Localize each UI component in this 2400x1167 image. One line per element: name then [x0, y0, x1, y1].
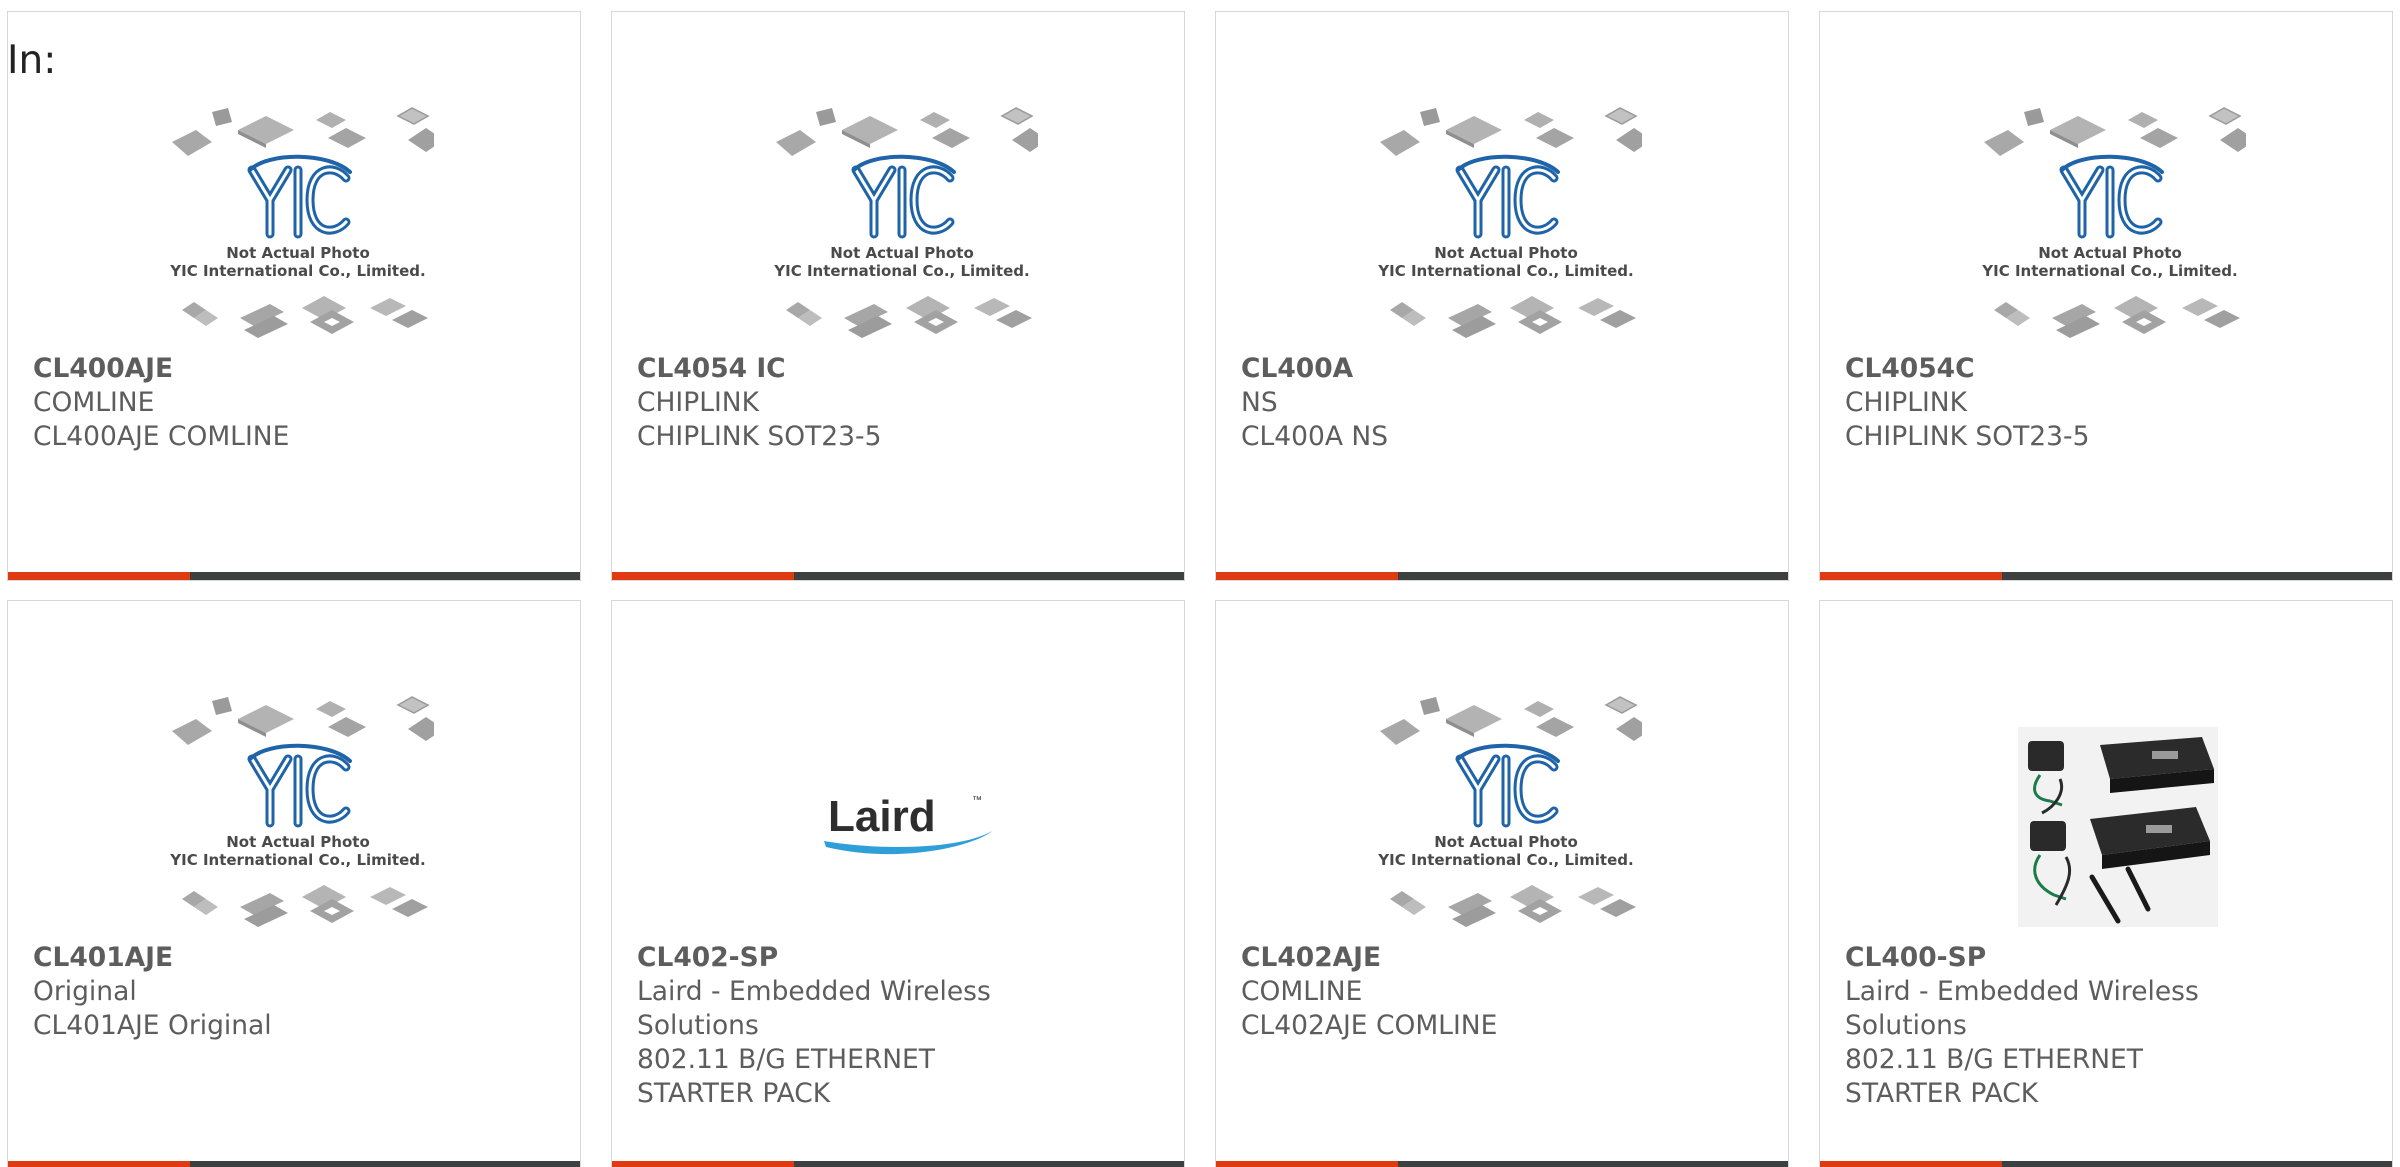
part-number-link[interactable]: CL400AJE: [33, 352, 453, 386]
manufacturer-label: Laird - Embedded Wireless Solutions: [1845, 976, 2199, 1041]
manufacturer-label: Laird - Embedded Wireless Solutions: [637, 976, 991, 1041]
product-image[interactable]: Not Actual Photo YIC International Co., …: [158, 100, 445, 352]
part-number-link[interactable]: CL4054C: [1845, 352, 2265, 386]
product-info: CL4054C CHIPLINK CHIPLINK SOT23-5: [1845, 352, 2265, 454]
yic-logo-icon: [2059, 154, 2164, 239]
placeholder-line1: Not Actual Photo: [226, 833, 370, 851]
manufacturer-label: COMLINE: [33, 387, 155, 418]
card-accent-bar: [8, 572, 190, 580]
placeholder-line1: Not Actual Photo: [1434, 833, 1578, 851]
product-image[interactable]: [1970, 689, 2246, 941]
product-image[interactable]: Not Actual Photo YIC International Co., …: [762, 100, 1049, 352]
product-card[interactable]: Not Actual Photo YIC International Co., …: [1215, 600, 1789, 1167]
placeholder-image: Not Actual Photo YIC International Co., …: [1377, 107, 1653, 338]
part-number-link[interactable]: CL400-SP: [1845, 941, 2265, 975]
card-bottom-bar: [612, 572, 1184, 580]
card-accent-bar: [1820, 1161, 2002, 1167]
product-photo: [2018, 727, 2218, 927]
page-heading: In:: [7, 38, 57, 83]
part-number-link[interactable]: CL402AJE: [1241, 941, 1661, 975]
product-image[interactable]: Not Actual Photo YIC International Co., …: [158, 689, 445, 941]
product-info: CL4054 IC CHIPLINK CHIPLINK SOT23-5: [637, 352, 1057, 454]
card-accent-bar: [1216, 1161, 1398, 1167]
placeholder-line2: YIC International Co., Limited.: [1981, 262, 2237, 280]
laird-logo-icon: Laird ™: [824, 792, 992, 855]
product-card[interactable]: Not Actual Photo YIC International Co., …: [611, 11, 1185, 581]
product-card[interactable]: Laird ™ CL402-SP Laird - Embedded Wirele…: [611, 600, 1185, 1167]
description-label: CL400A NS: [1241, 421, 1389, 452]
card-accent-bar: [612, 572, 794, 580]
svg-text:Laird: Laird: [828, 792, 936, 841]
card-bottom-bar: [612, 1161, 1184, 1167]
product-card[interactable]: CL400-SP Laird - Embedded Wireless Solut…: [1819, 600, 2393, 1167]
placeholder-image: Not Actual Photo YIC International Co., …: [169, 107, 445, 338]
placeholder-line1: Not Actual Photo: [226, 244, 370, 262]
card-accent-bar: [1216, 572, 1398, 580]
manufacturer-label: COMLINE: [1241, 976, 1363, 1007]
yic-logo-icon: [851, 154, 956, 239]
product-info: CL400-SP Laird - Embedded Wireless Solut…: [1845, 941, 2265, 1111]
yic-logo-icon: [1455, 154, 1560, 239]
product-card[interactable]: Not Actual Photo YIC International Co., …: [1819, 11, 2393, 581]
description-label: CL400AJE COMLINE: [33, 421, 290, 452]
product-image[interactable]: Laird ™: [762, 689, 1038, 941]
svg-text:™: ™: [972, 795, 982, 806]
product-card[interactable]: Not Actual Photo YIC International Co., …: [7, 600, 581, 1167]
placeholder-line1: Not Actual Photo: [1434, 244, 1578, 262]
card-bottom-bar: [8, 1161, 580, 1167]
product-image[interactable]: Not Actual Photo YIC International Co., …: [1366, 100, 1653, 352]
description-label: CL402AJE COMLINE: [1241, 1010, 1498, 1041]
placeholder-line2: YIC International Co., Limited.: [169, 851, 425, 869]
product-image[interactable]: Not Actual Photo YIC International Co., …: [1366, 689, 1653, 941]
placeholder-line2: YIC International Co., Limited.: [1377, 262, 1633, 280]
card-bottom-bar: [1216, 1161, 1788, 1167]
card-bottom-bar: [1820, 1161, 2392, 1167]
placeholder-line1: Not Actual Photo: [830, 244, 974, 262]
placeholder-image: Not Actual Photo YIC International Co., …: [1377, 696, 1653, 927]
yic-logo-icon: [247, 743, 352, 828]
card-accent-bar: [8, 1161, 190, 1167]
product-image[interactable]: Not Actual Photo YIC International Co., …: [1970, 100, 2257, 352]
description-label: 802.11 B/G ETHERNET STARTER PACK: [637, 1044, 935, 1109]
description-label: CL401AJE Original: [33, 1010, 272, 1041]
description-label: CHIPLINK SOT23-5: [1845, 421, 2090, 452]
product-info: CL401AJE Original CL401AJE Original: [33, 941, 453, 1043]
placeholder-line2: YIC International Co., Limited.: [1377, 851, 1633, 869]
manufacturer-label: NS: [1241, 387, 1278, 418]
yic-logo-icon: [247, 154, 352, 239]
placeholder-image: Not Actual Photo YIC International Co., …: [773, 107, 1049, 338]
part-number-link[interactable]: CL4054 IC: [637, 352, 1057, 386]
card-accent-bar: [612, 1161, 794, 1167]
part-number-link[interactable]: CL400A: [1241, 352, 1661, 386]
product-info: CL402AJE COMLINE CL402AJE COMLINE: [1241, 941, 1661, 1043]
manufacturer-label: CHIPLINK: [637, 387, 760, 418]
part-number-link[interactable]: CL402-SP: [637, 941, 1057, 975]
placeholder-image: Not Actual Photo YIC International Co., …: [1981, 107, 2257, 338]
placeholder-line2: YIC International Co., Limited.: [773, 262, 1029, 280]
card-bottom-bar: [8, 572, 580, 580]
product-info: CL400AJE COMLINE CL400AJE COMLINE: [33, 352, 453, 454]
card-bottom-bar: [1216, 572, 1788, 580]
manufacturer-label: Original: [33, 976, 137, 1007]
product-info: CL402-SP Laird - Embedded Wireless Solut…: [637, 941, 1057, 1111]
card-accent-bar: [1820, 572, 2002, 580]
placeholder-line1: Not Actual Photo: [2038, 244, 2182, 262]
product-info: CL400A NS CL400A NS: [1241, 352, 1661, 454]
product-card[interactable]: Not Actual Photo YIC International Co., …: [7, 11, 581, 581]
description-label: 802.11 B/G ETHERNET STARTER PACK: [1845, 1044, 2143, 1109]
yic-logo-icon: [1455, 743, 1560, 828]
part-number-link[interactable]: CL401AJE: [33, 941, 453, 975]
placeholder-line2: YIC International Co., Limited.: [169, 262, 425, 280]
card-bottom-bar: [1820, 572, 2392, 580]
product-card[interactable]: Not Actual Photo YIC International Co., …: [1215, 11, 1789, 581]
manufacturer-label: CHIPLINK: [1845, 387, 1968, 418]
description-label: CHIPLINK SOT23-5: [637, 421, 882, 452]
placeholder-image: Not Actual Photo YIC International Co., …: [169, 696, 445, 927]
